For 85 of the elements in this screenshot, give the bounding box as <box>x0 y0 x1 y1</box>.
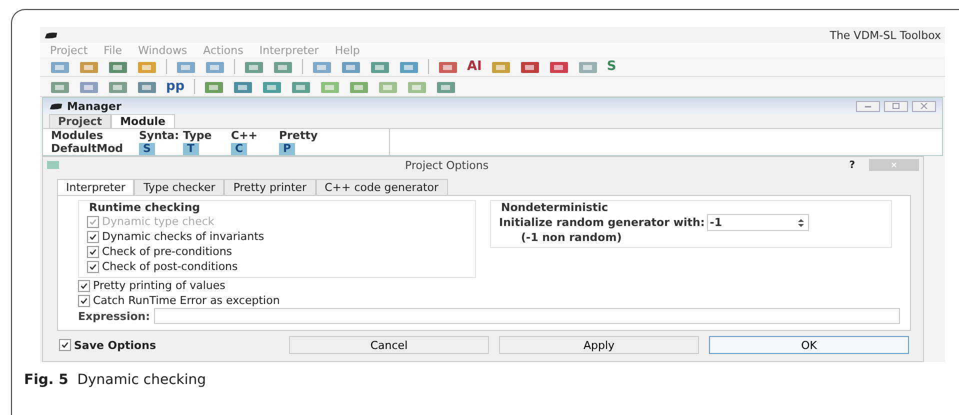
field-label: Expression: <box>78 310 150 322</box>
spin-box[interactable]: -1 <box>706 214 809 231</box>
expression-field[interactable] <box>154 308 900 324</box>
toolbar-icon[interactable] <box>436 80 456 94</box>
dialog-button[interactable]: OK <box>709 336 909 354</box>
status-cell[interactable]: P <box>279 143 296 155</box>
close-button[interactable] <box>912 100 936 112</box>
field-label: Initialize random generator with: <box>499 216 705 229</box>
toolbar-icon[interactable] <box>108 80 128 94</box>
status-cell[interactable]: T <box>183 143 199 155</box>
toolbar-icon[interactable] <box>232 80 253 94</box>
toolbar-icon[interactable] <box>520 60 540 74</box>
checkbox-label: Dynamic type check <box>102 215 214 228</box>
app-icon <box>44 32 58 38</box>
column-header: C++ <box>231 129 259 142</box>
toolbar-icon[interactable] <box>244 60 264 74</box>
dialog-button[interactable]: Cancel <box>289 336 489 354</box>
minimize-icon <box>863 103 873 109</box>
checkbox-label: Catch RunTime Error as exception <box>93 294 280 307</box>
app-icon <box>49 102 63 110</box>
toolbar-icon[interactable] <box>290 80 311 94</box>
toolbar-icon[interactable] <box>262 80 282 94</box>
toolbar-icon[interactable] <box>341 60 361 74</box>
toolbar-icon[interactable] <box>137 80 157 94</box>
maximize-icon <box>891 103 901 109</box>
dialog-button[interactable]: Apply <box>499 336 699 354</box>
column-header: Pretty <box>279 129 319 142</box>
checkbox-label: Check of post-conditions <box>102 260 238 273</box>
checkbox[interactable] <box>87 230 99 242</box>
tab[interactable]: Pretty printer <box>224 179 316 195</box>
toolbar-icon[interactable] <box>50 60 70 74</box>
toolbar-icon[interactable] <box>176 60 196 74</box>
checkbox-label: Pretty printing of values <box>93 279 226 292</box>
group-title: Nondeterministic <box>501 201 610 214</box>
toolbar-icon[interactable] <box>490 60 511 74</box>
toolbar-icon[interactable] <box>273 60 293 74</box>
window-title: Manager <box>67 100 122 112</box>
checkbox-label: Save Options <box>74 338 156 352</box>
checkbox[interactable] <box>87 260 99 272</box>
status-cell[interactable]: S <box>139 143 155 155</box>
toolbar-icon[interactable] <box>50 80 70 94</box>
toolbar-icon[interactable] <box>79 80 99 94</box>
hint-text: (-1 non random) <box>521 231 623 244</box>
toolbar-icon[interactable] <box>205 60 225 74</box>
tab[interactable]: C++ code generator <box>316 179 448 195</box>
checkbox[interactable] <box>87 246 99 258</box>
toolbar-button[interactable]: pp <box>166 80 185 94</box>
checkbox[interactable] <box>78 280 90 292</box>
figure-caption: Fig. 5 Dynamic checking <box>23 372 208 388</box>
minimize-button[interactable] <box>856 100 880 112</box>
tab[interactable]: Type checker <box>134 179 224 195</box>
toolbar-icon[interactable] <box>399 60 419 74</box>
toolbar-button[interactable]: AI <box>467 60 482 74</box>
toolbar-icon[interactable] <box>548 60 569 74</box>
toolbar-button[interactable]: S <box>606 60 616 74</box>
maximize-button[interactable] <box>884 100 908 112</box>
window-title: The VDM-SL Toolbox <box>830 28 941 42</box>
tab[interactable]: Module <box>111 114 175 128</box>
toolbar-icon[interactable] <box>438 60 458 74</box>
toolbar-icon[interactable] <box>137 60 157 74</box>
table-cell-text: DefaultMod <box>51 142 124 155</box>
checkbox[interactable] <box>59 339 71 351</box>
toolbar-icon[interactable] <box>79 60 99 74</box>
checkbox-label: Dynamic checks of invariants <box>102 230 264 243</box>
tab[interactable]: Project <box>49 114 112 128</box>
close-icon <box>889 162 899 168</box>
column-header: Modules <box>51 129 104 142</box>
toolbar-icon[interactable] <box>370 60 390 74</box>
toolbar-icon[interactable] <box>108 60 128 74</box>
help-button[interactable]: ? <box>849 160 855 170</box>
checkbox-label: Check of pre-conditions <box>102 245 232 258</box>
column-header: Synta: <box>139 129 180 142</box>
dialog-title: Project Options <box>405 158 489 172</box>
spin-arrows-icon[interactable] <box>796 216 806 228</box>
toolbar-icon[interactable] <box>578 60 598 74</box>
column-header: Type <box>183 129 213 142</box>
toolbar-icon[interactable] <box>204 80 224 94</box>
window-icon <box>47 161 59 169</box>
tab[interactable]: Interpreter <box>57 179 134 195</box>
checkbox[interactable] <box>78 294 90 306</box>
close-icon <box>919 103 929 109</box>
group-title: Runtime checking <box>89 201 202 214</box>
toolbar-icon[interactable] <box>348 80 369 94</box>
toolbar-icon[interactable] <box>312 60 332 74</box>
status-cell[interactable]: C <box>231 143 248 155</box>
